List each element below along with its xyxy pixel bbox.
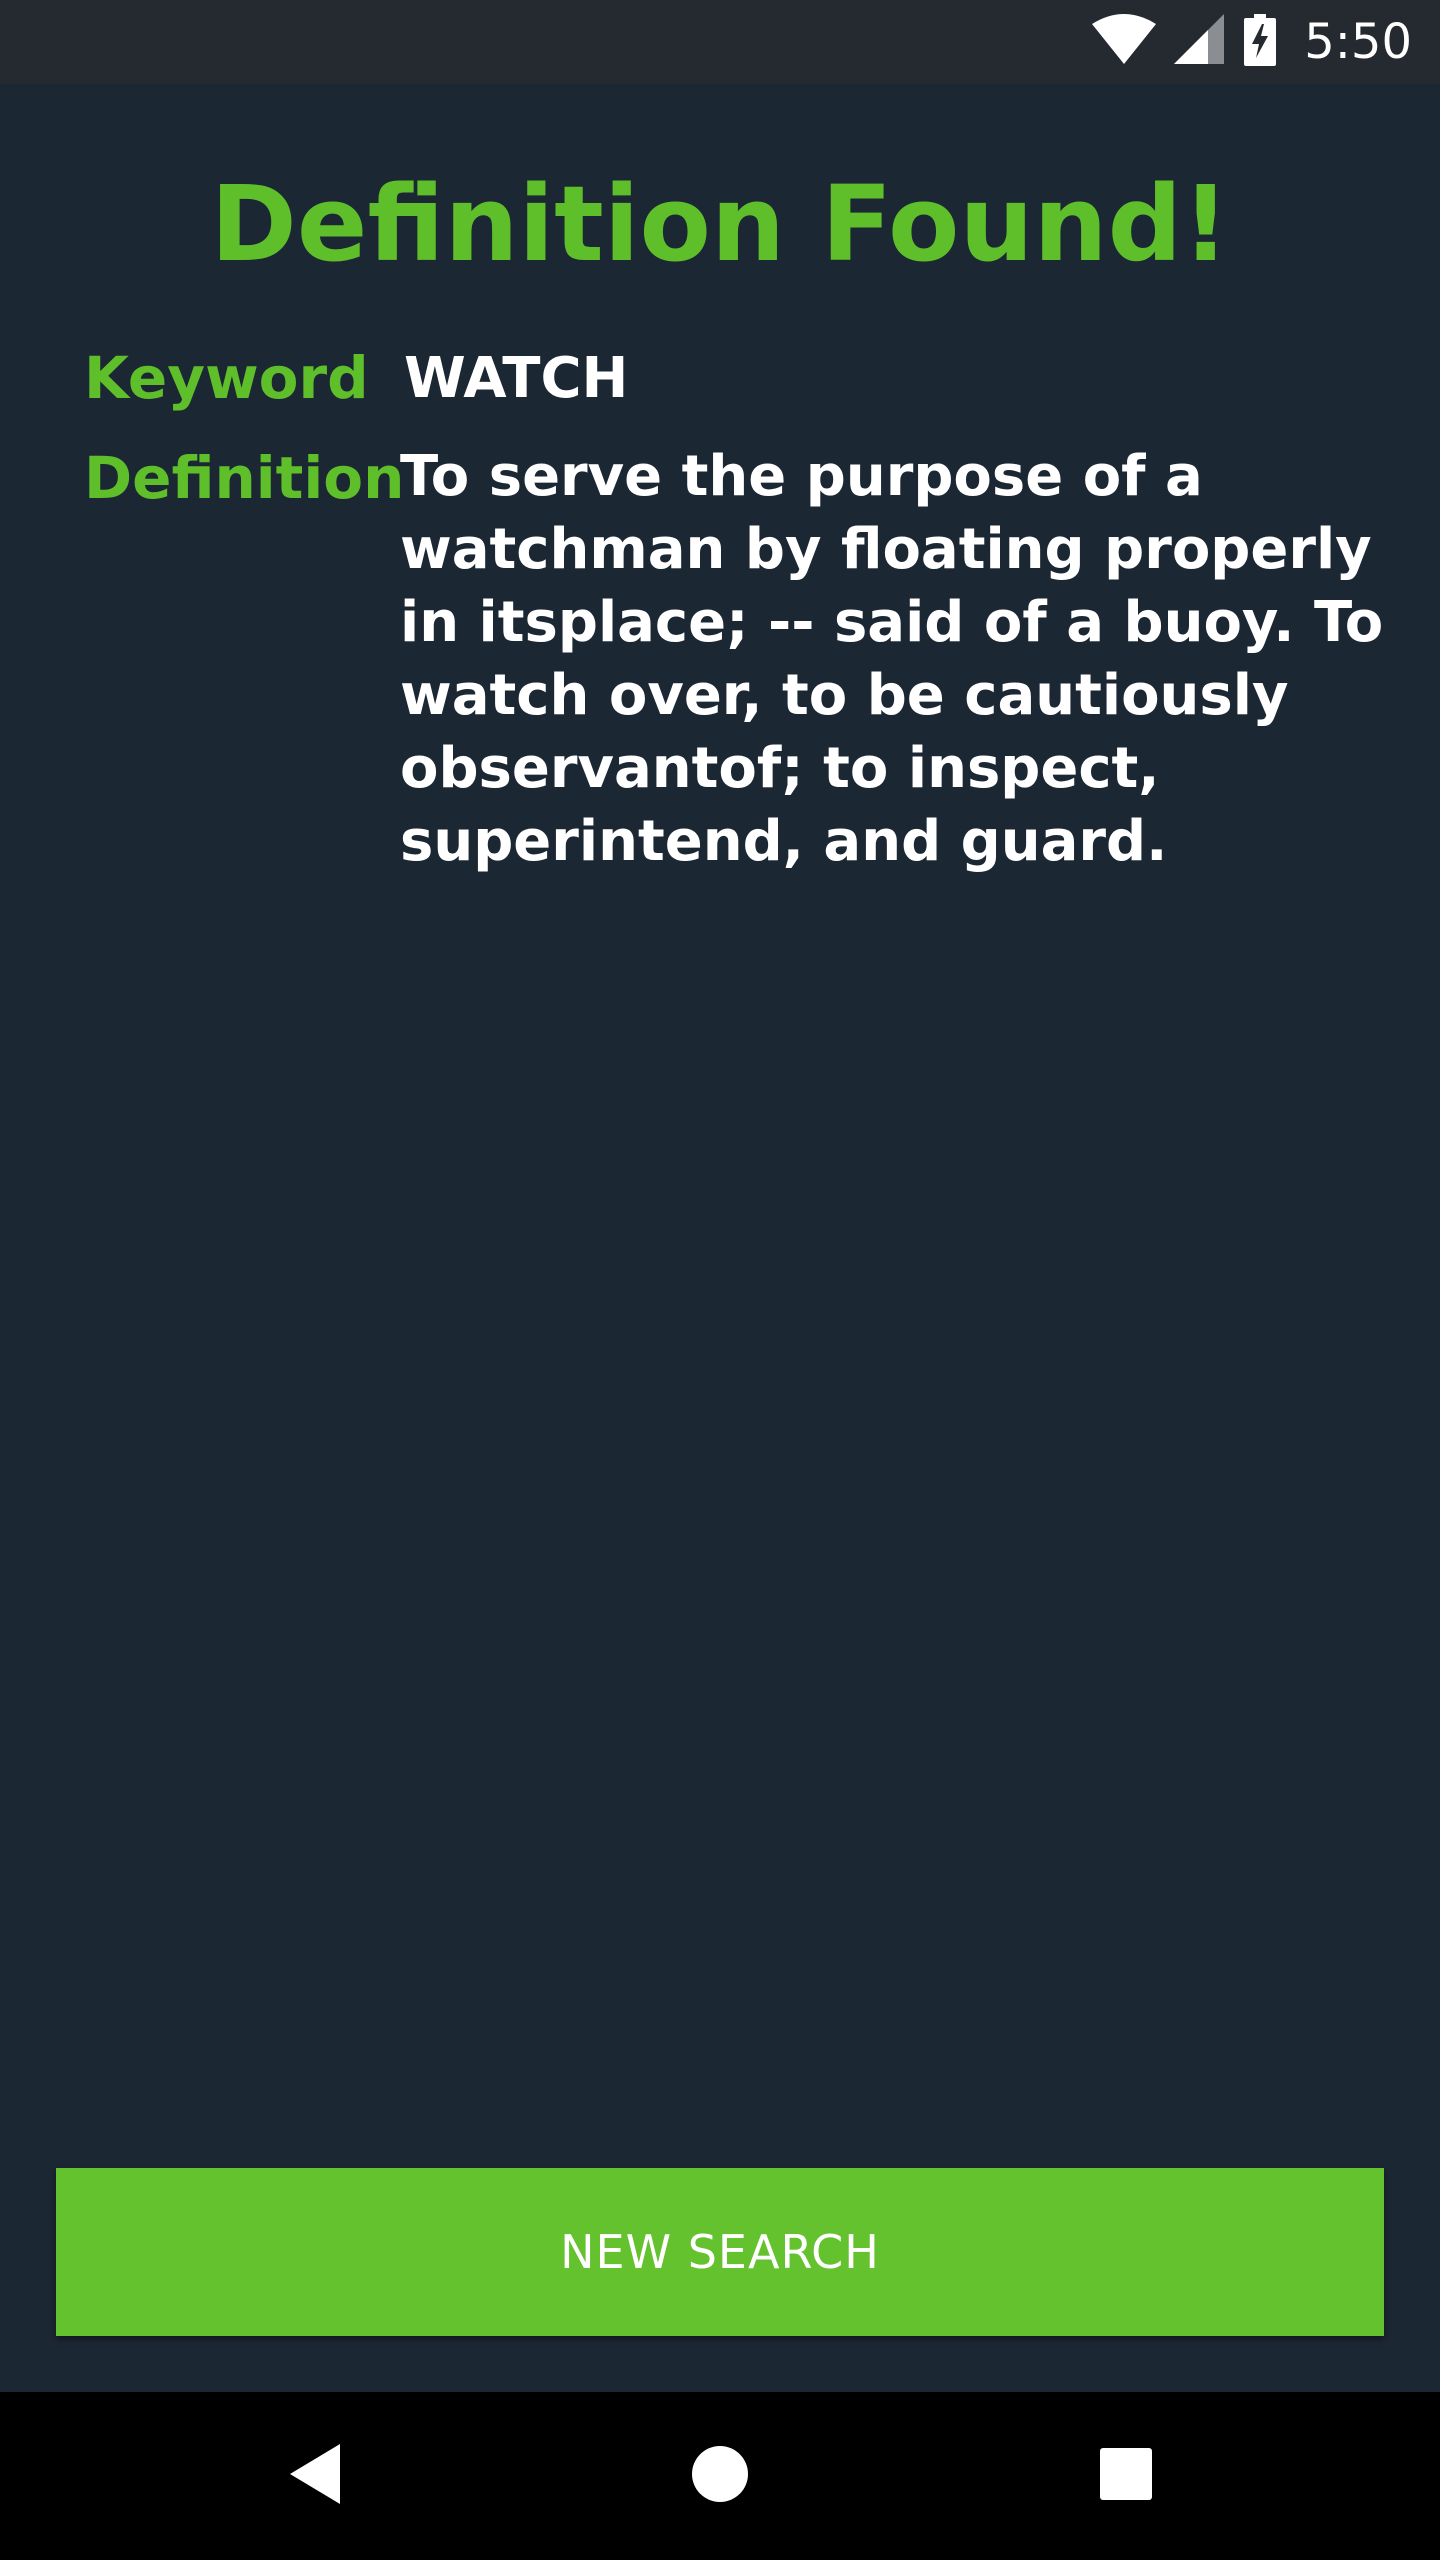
status-icons: 5:50 bbox=[1092, 0, 1412, 84]
recents-button[interactable] bbox=[1056, 2392, 1196, 2560]
status-bar: 5:50 bbox=[0, 0, 1440, 84]
status-time: 5:50 bbox=[1304, 14, 1412, 70]
home-icon bbox=[690, 2444, 750, 2509]
page-title: Definition Found! bbox=[210, 163, 1230, 285]
keyword-value: WATCH bbox=[404, 346, 629, 411]
back-button[interactable] bbox=[246, 2392, 386, 2560]
keyword-label: Keyword bbox=[84, 344, 369, 412]
wifi-icon bbox=[1092, 13, 1157, 71]
recents-icon bbox=[1098, 2446, 1154, 2507]
back-icon bbox=[286, 2442, 346, 2511]
cell-signal-icon bbox=[1174, 13, 1226, 71]
definition-label: Definition bbox=[84, 444, 405, 512]
navigation-bar bbox=[0, 2392, 1440, 2560]
new-search-button[interactable]: NEW SEARCH bbox=[56, 2168, 1384, 2336]
new-search-button-label: NEW SEARCH bbox=[560, 2225, 880, 2279]
home-button[interactable] bbox=[650, 2392, 790, 2560]
definition-value: To serve the purpose of a watchman by fl… bbox=[400, 444, 1384, 874]
battery-charging-icon bbox=[1244, 13, 1277, 71]
definition-screen: Definition Found! Keyword WATCH Definiti… bbox=[0, 84, 1440, 2392]
